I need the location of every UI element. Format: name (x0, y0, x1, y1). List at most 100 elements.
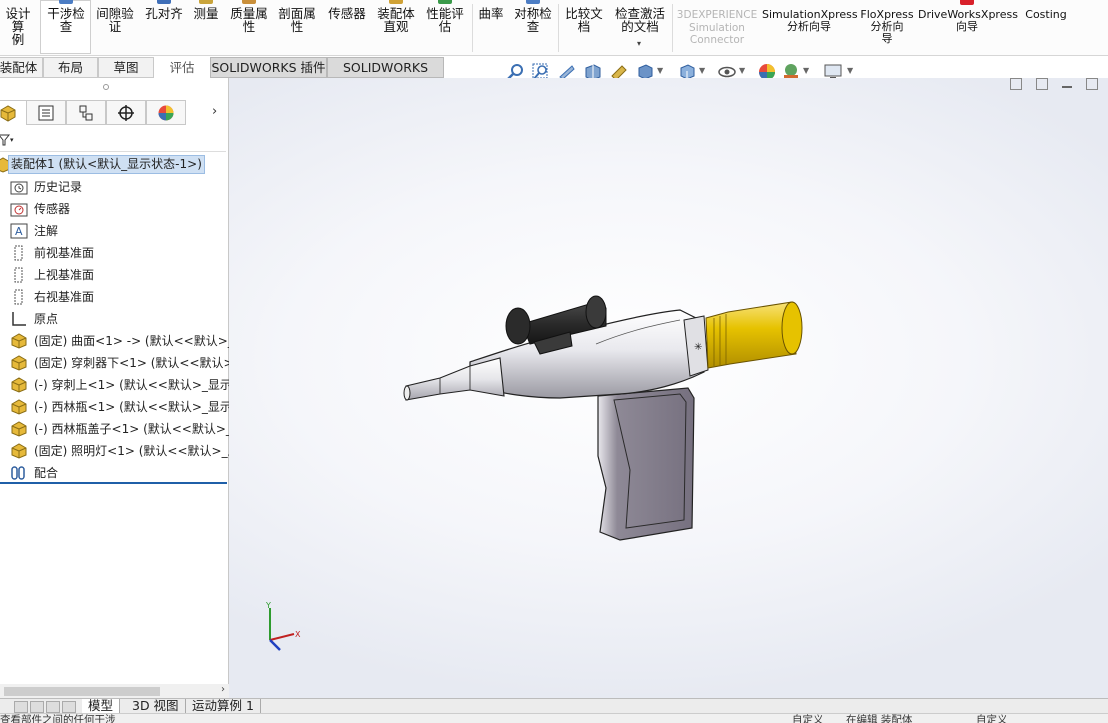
tree-item-component[interactable]: (固定) 穿刺器下<1> (默认<<默认>_ (0, 353, 240, 373)
ribbon-separator (672, 4, 673, 52)
3dexperience-simulation-connector-button[interactable]: 3DEXPERIENCE Simulation Connector (674, 0, 760, 55)
tab-motion-study[interactable]: 运动算例 1 (186, 699, 261, 714)
part-icon (11, 443, 27, 459)
chevron-down-icon[interactable]: ▼ (847, 66, 853, 75)
nozzle-cone (405, 357, 505, 401)
tree-item-component[interactable]: (固定) 照明灯<1> (默认<<默认>_显 (0, 441, 240, 461)
design-study-button[interactable]: 设计算 例 ▾ (0, 0, 36, 55)
tab-property-manager[interactable] (26, 100, 66, 125)
assembly-icon (0, 105, 16, 122)
tree-root-assembly[interactable]: 装配体1 (默认<默认_显示状态-1>) (0, 155, 228, 175)
tree-item-front-plane[interactable]: 前视基准面 (0, 243, 228, 263)
tab-display-manager[interactable] (146, 100, 186, 125)
model-3d-render[interactable]: ✳ Y X (229, 78, 1108, 698)
chevron-right-icon[interactable]: › (212, 104, 217, 119)
tab-assembly[interactable]: 装配体 (0, 57, 43, 78)
button-label: SimulationXpress 分析向导 (762, 8, 858, 33)
triad-y-label: Y (265, 601, 271, 610)
tree-item-origin[interactable]: 原点 (0, 309, 228, 329)
tree-item-component[interactable]: (-) 西林瓶盖子<1> (默认<<默认>_显 (0, 419, 244, 439)
hole-alignment-button[interactable]: 孔对齐 (142, 0, 186, 55)
last-tab-icon[interactable] (62, 701, 76, 713)
command-manager-tabs: 装配体 布局 草图 评估 SOLIDWORKS 插件 SOLIDWORKS MB… (0, 56, 450, 94)
tree-item-label: (固定) 穿刺器下<1> (默认<<默认>_ (34, 356, 240, 370)
triad-x-axis (269, 633, 295, 641)
configuration-icon (79, 105, 93, 121)
history-folder-icon (10, 181, 28, 195)
button-label: 孔对齐 (145, 6, 183, 21)
sensor-icon (10, 203, 28, 217)
chevron-down-icon[interactable]: ▼ (739, 66, 745, 75)
button-label: 间隙验 证 (96, 6, 134, 34)
compare-documents-button[interactable]: 比较文 档 (560, 0, 608, 55)
performance-evaluation-button[interactable]: 性能评 估 (422, 0, 468, 55)
chevron-down-icon[interactable]: ▼ (657, 66, 663, 75)
tree-item-label: (-) 穿刺上<1> (默认<<默认>_显示 (34, 378, 232, 392)
tree-item-label: 传感器 (34, 202, 71, 216)
first-tab-icon[interactable] (14, 701, 28, 713)
tree-item-history[interactable]: 历史记录 (0, 177, 228, 197)
rollback-bar[interactable] (0, 482, 227, 484)
ribbon-separator (558, 4, 559, 52)
button-label: 传感器 (328, 6, 366, 21)
costing-button[interactable]: Costing (1018, 0, 1074, 55)
floxpress-button[interactable]: FloXpress 分析向 导 (858, 0, 916, 55)
tree-item-label: (固定) 曲面<1> -> (默认<<默认>_ (34, 334, 234, 348)
tab-feature-manager[interactable] (0, 100, 28, 125)
status-custom[interactable]: 自定义 (976, 715, 1008, 723)
part-icon (11, 421, 27, 437)
part-icon (11, 355, 27, 371)
origin-marker-icon: ✳ (694, 342, 702, 353)
button-label: 检查激活 的文档 (614, 6, 665, 34)
tree-filter[interactable]: ▾ (0, 130, 226, 152)
clearance-verification-button[interactable]: 间隙验 证 (92, 0, 138, 55)
triad-x-label: X (295, 630, 301, 639)
tab-solidworks-mbd[interactable]: SOLIDWORKS MBD (327, 57, 444, 94)
tree-item-label: (固定) 照明灯<1> (默认<<默认>_显 (34, 444, 240, 458)
tab-layout[interactable]: 布局 (43, 57, 98, 78)
tab-evaluate[interactable]: 评估 (154, 57, 210, 78)
tree-item-component[interactable]: (-) 西林瓶<1> (默认<<默认>_显示 (0, 397, 232, 417)
chevron-down-icon: ▾ (637, 39, 642, 48)
next-tab-icon[interactable] (46, 701, 60, 713)
section-properties-button[interactable]: 剖面属 性 (274, 0, 320, 55)
curvature-button[interactable]: 曲率 (474, 0, 508, 55)
tree-item-annotations[interactable]: A 注解 (0, 221, 228, 241)
tab-model[interactable]: 模型 (82, 699, 121, 714)
measure-button[interactable]: 测量 (190, 0, 222, 55)
annotation-icon: A (10, 223, 28, 239)
symmetry-check-button[interactable]: 对称检 查 (510, 0, 556, 55)
panel-grip-handle[interactable] (103, 84, 109, 90)
driveworksxpress-button[interactable]: DriveWorksXpress 向导 (918, 0, 1018, 55)
tree-item-right-plane[interactable]: 右视基准面 (0, 287, 228, 307)
chevron-down-icon[interactable]: ▼ (699, 66, 705, 75)
button-label: 曲率 (478, 6, 504, 21)
tree-item-component[interactable]: (-) 穿刺上<1> (默认<<默认>_显示 (0, 375, 232, 395)
display-manager-icon (158, 105, 174, 121)
chevron-down-icon[interactable]: ▼ (803, 66, 809, 75)
simulationxpress-button[interactable]: SimulationXpress 分析向导 (762, 0, 858, 55)
horizontal-scrollbar[interactable]: › (0, 684, 229, 698)
part-icon (11, 399, 27, 415)
scrollbar-thumb[interactable] (4, 687, 160, 696)
chevron-right-icon[interactable]: › (221, 684, 225, 695)
tab-dimxpert-manager[interactable] (106, 100, 146, 125)
tree-item-sensors[interactable]: 传感器 (0, 199, 228, 219)
tree-item-component[interactable]: (固定) 曲面<1> -> (默认<<默认>_ (0, 331, 234, 351)
assembly-visualization-button[interactable]: 装配体 直观 (372, 0, 420, 55)
tab-solidworks-addins[interactable]: SOLIDWORKS 插件 (210, 57, 327, 78)
button-label: 比较文 档 (565, 6, 603, 34)
tree-item-mates[interactable]: 配合 (0, 463, 228, 483)
check-active-document-button[interactable]: 检查激活 的文档 ▾ (610, 0, 670, 55)
tree-item-top-plane[interactable]: 上视基准面 (0, 265, 228, 285)
button-label: 性能评 估 (426, 6, 464, 34)
tab-3d-view[interactable]: 3D 视图 (126, 699, 186, 714)
mass-properties-button[interactable]: 质量属 性 (226, 0, 272, 55)
sensor-button[interactable]: 传感器 (324, 0, 370, 55)
graphics-area[interactable]: ✳ Y X (229, 78, 1108, 698)
tab-configuration-manager[interactable] (66, 100, 106, 125)
interference-check-button[interactable]: 干涉检 查 (42, 0, 90, 55)
previous-tab-icon[interactable] (30, 701, 44, 713)
chevron-down-icon[interactable]: ▾ (10, 136, 14, 144)
tab-sketch[interactable]: 草图 (98, 57, 154, 78)
